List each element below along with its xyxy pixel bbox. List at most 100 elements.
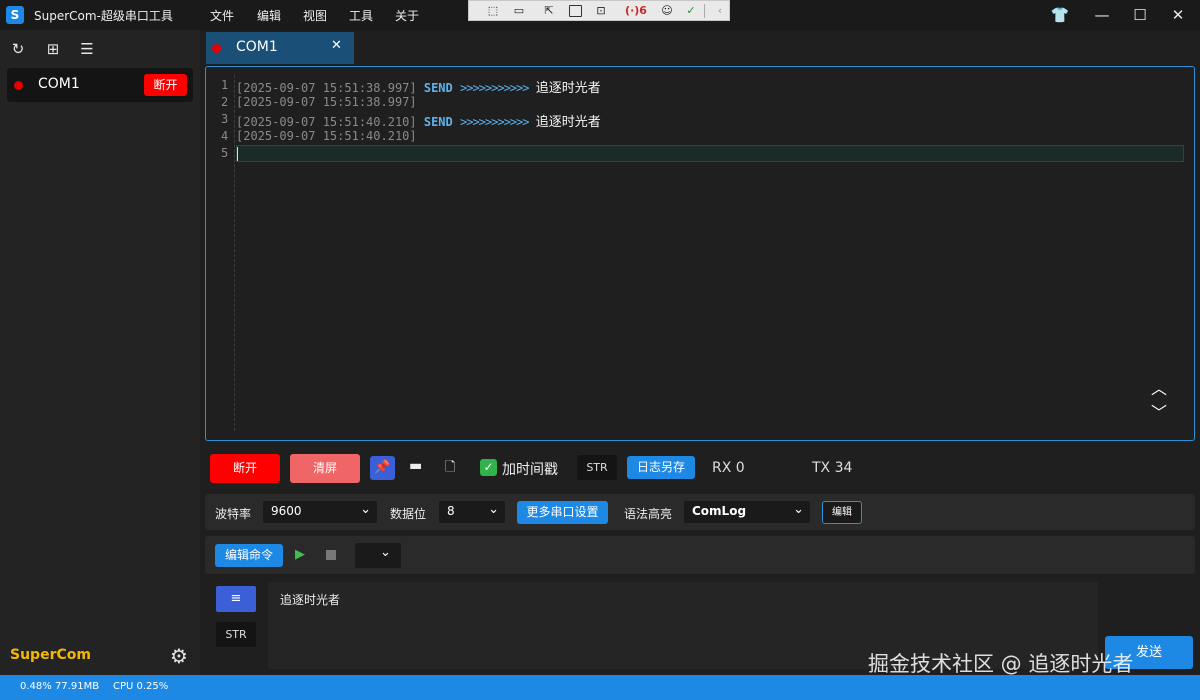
text-cursor	[237, 147, 238, 161]
tab-com1[interactable]: COM1 ✕	[206, 32, 354, 64]
status-bar: 0.48% 77.91MB CPU 0.25%	[0, 675, 1200, 700]
app-logo-icon: S	[6, 6, 24, 24]
log-message: 追逐时光者	[535, 115, 601, 130]
close-window-icon[interactable]: ✕	[1166, 4, 1190, 26]
tab-label: COM1	[236, 39, 278, 55]
sidebar-item-label: COM1	[38, 76, 80, 92]
chevron-down-icon: ⌄	[360, 502, 371, 517]
syntax-highlight-value: ComLog	[692, 504, 747, 518]
menu-file[interactable]: 文件	[210, 7, 234, 24]
input-format-button[interactable]: STR	[216, 622, 256, 647]
scroll-down-icon[interactable]: ﹀	[1151, 399, 1167, 423]
data-bits-label: 数据位	[390, 507, 427, 521]
refresh-icon[interactable]: ↻	[8, 39, 28, 59]
status-dot	[14, 81, 23, 90]
syntax-highlight-select[interactable]: ComLog ⌄	[684, 501, 810, 523]
input-text: 追逐时光者	[280, 593, 341, 607]
gear-icon[interactable]: ⚙	[170, 644, 188, 668]
select-element-icon[interactable]: ⬚	[485, 3, 501, 18]
log-direction: SEND	[423, 81, 453, 95]
log-file-search-icon[interactable]: 🗋	[445, 458, 455, 480]
baud-rate-value: 9600	[271, 504, 302, 518]
log-time: [2025-09-07 15:51:40.210]	[236, 115, 417, 129]
disconnect-button[interactable]: 断开	[210, 454, 280, 483]
timestamp-label: 加时间戳	[502, 462, 558, 478]
baud-rate-label: 波特率	[215, 507, 252, 521]
chevron-down-icon: ⌄	[488, 502, 499, 517]
pin-icon[interactable]: 📌	[370, 456, 395, 480]
list-sort-icon[interactable]: ☰	[77, 39, 97, 59]
log-message: 追逐时光者	[535, 81, 601, 96]
command-row	[205, 536, 1195, 574]
app-title: SuperCom-超级串口工具	[34, 9, 173, 23]
stop-icon[interactable]	[326, 550, 336, 560]
edit-command-button[interactable]: 编辑命令	[215, 544, 283, 567]
menu-view[interactable]: 视图	[303, 7, 327, 24]
menu-edit[interactable]: 编辑	[257, 7, 281, 24]
log-arrows: >>>>>>>>>>>	[460, 81, 529, 95]
gutter-divider	[234, 75, 235, 431]
menu-about[interactable]: 关于	[395, 7, 419, 24]
log-time: [2025-09-07 15:51:38.997]	[236, 81, 417, 95]
tab-close-icon[interactable]: ✕	[331, 38, 342, 53]
floating-debug-toolbar: ⬚ ▭ ⇱ ⊡ (·)6 ☺ ✓ ‹	[468, 0, 730, 21]
sidebar-item-com1[interactable]: COM1 断开	[7, 68, 193, 102]
grid-icon[interactable]: ⊞	[43, 39, 63, 59]
play-icon[interactable]: ▶	[295, 547, 305, 562]
log-direction: SEND	[423, 115, 453, 129]
clear-screen-button[interactable]: 清屏	[290, 454, 360, 483]
line-number: 3	[221, 112, 229, 126]
display-layout-icon[interactable]: ⊡	[593, 3, 609, 18]
line-number: 5	[221, 146, 229, 160]
line-number: 1	[221, 78, 229, 92]
log-arrows: >>>>>>>>>>>	[460, 115, 529, 129]
edit-syntax-button[interactable]: 编辑	[822, 501, 862, 524]
baud-rate-select[interactable]: 9600 ⌄	[263, 501, 377, 523]
menu-tools[interactable]: 工具	[349, 7, 373, 24]
current-line-highlight	[236, 145, 1184, 162]
chevron-down-icon: ⌄	[380, 545, 391, 560]
minimize-icon[interactable]: —	[1090, 4, 1114, 26]
format-toggle-button[interactable]: STR	[577, 455, 617, 480]
word-wrap-icon[interactable]: ≡	[216, 586, 256, 612]
command-select[interactable]: ⌄	[355, 543, 401, 568]
line-number: 4	[221, 129, 229, 143]
chevron-down-icon: ⌄	[793, 502, 804, 517]
log-line: [2025-09-07 15:51:38.997]	[236, 95, 417, 109]
accessibility-icon[interactable]: ☺	[659, 3, 675, 18]
cursor-icon[interactable]: ⇱	[541, 3, 557, 18]
brand-label: SuperCom	[10, 647, 91, 663]
more-serial-settings-button[interactable]: 更多串口设置	[517, 501, 608, 524]
data-bits-value: 8	[447, 504, 455, 518]
video-icon[interactable]: ▭	[511, 3, 527, 18]
maximize-icon[interactable]: ☐	[1128, 4, 1152, 26]
log-line: [2025-09-07 15:51:40.210] SEND >>>>>>>>>…	[236, 111, 601, 130]
log-line: [2025-09-07 15:51:40.210]	[236, 129, 417, 143]
scroll-up-icon[interactable]: ︿	[1151, 375, 1167, 399]
folder-icon[interactable]: ▬	[409, 458, 422, 474]
cpu-usage: CPU 0.25%	[113, 681, 169, 692]
toolbar-separator	[704, 4, 705, 18]
line-number: 2	[221, 95, 229, 109]
watermark: 掘金技术社区 @ 追逐时光者	[868, 652, 1134, 676]
title-bar: S SuperCom-超级串口工具 文件 编辑 视图 工具 关于 ⬚ ▭ ⇱ ⊡…	[0, 0, 1200, 30]
syntax-highlight-label: 语法高亮	[624, 507, 673, 521]
sidebar-disconnect-button[interactable]: 断开	[144, 74, 187, 96]
memory-usage: 0.48% 77.91MB	[20, 681, 100, 692]
log-time: [2025-09-07 15:51:38.997]	[236, 95, 417, 109]
save-log-button[interactable]: 日志另存	[627, 456, 695, 479]
sidebar: ↻ ⊞ ☰ COM1 断开 SuperCom ⚙	[0, 30, 200, 675]
hot-reload-badge[interactable]: (·)6	[621, 3, 651, 18]
log-editor[interactable]: 1 [2025-09-07 15:51:38.997] SEND >>>>>>>…	[205, 66, 1195, 441]
check-icon[interactable]: ✓	[683, 3, 699, 18]
log-time: [2025-09-07 15:51:40.210]	[236, 129, 417, 143]
data-bits-select[interactable]: 8 ⌄	[439, 501, 505, 523]
rx-counter: RX 0	[712, 460, 745, 476]
collapse-chevron-icon[interactable]: ‹	[712, 3, 728, 18]
status-dot	[212, 44, 221, 53]
square-icon[interactable]	[569, 5, 582, 17]
theme-shirt-icon[interactable]: 👕	[1048, 4, 1072, 26]
tx-counter: TX 34	[812, 460, 853, 476]
timestamp-checkbox[interactable]: ✓	[480, 459, 497, 476]
log-line: [2025-09-07 15:51:38.997] SEND >>>>>>>>>…	[236, 77, 601, 96]
